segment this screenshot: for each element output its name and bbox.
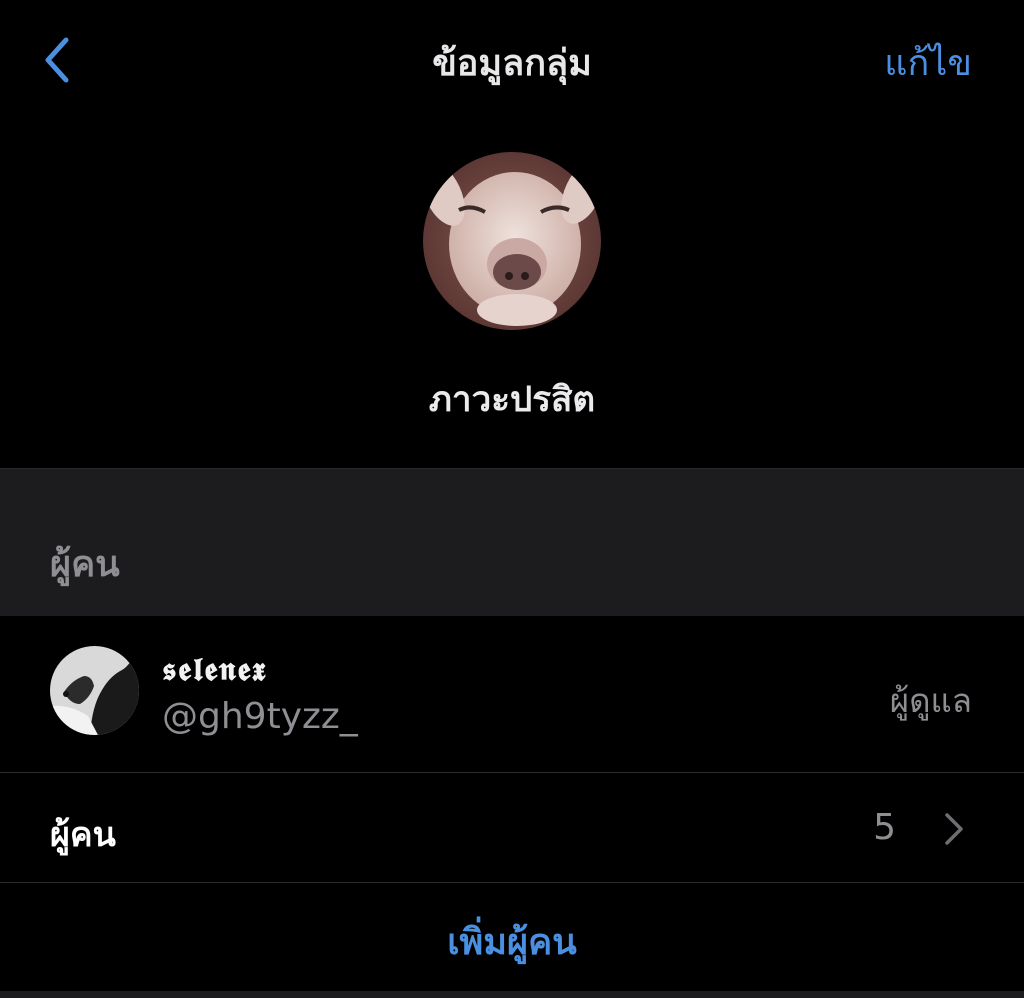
navigation-bar: ข้อมูลกลุ่ม แก้ไข [0,0,1024,120]
chevron-right-icon [945,813,963,845]
member-row[interactable]: 𝖘𝖊𝖑𝖊𝖓𝖊𝖝 @gh9tyzz_ ผู้ดูแล [0,616,1024,772]
group-avatar-image [423,152,601,330]
people-section-header: ผู้คน [0,468,1024,617]
group-name: ภาวะปรสิต [428,380,596,420]
people-row-label: ผู้คน [50,815,116,855]
section-title: ผู้คน [50,544,120,585]
group-avatar[interactable] [423,152,601,330]
add-people-label: เพิ่มผู้คน [447,922,577,963]
people-count: 5 [873,807,896,848]
people-list-row[interactable]: ผู้คน 5 [0,773,1024,882]
edit-button[interactable]: แก้ไข [884,34,972,91]
member-avatar-image [50,646,139,735]
page-title: ข้อมูลกลุ่ม [432,43,592,84]
member-role-badge: ผู้ดูแล [889,681,972,720]
bottom-divider [0,991,1024,998]
member-display-name: 𝖘𝖊𝖑𝖊𝖓𝖊𝖝 [162,650,268,688]
add-people-button[interactable]: เพิ่มผู้คน [0,883,1024,991]
member-handle: @gh9tyzz_ [162,696,358,737]
avatar [50,646,139,735]
